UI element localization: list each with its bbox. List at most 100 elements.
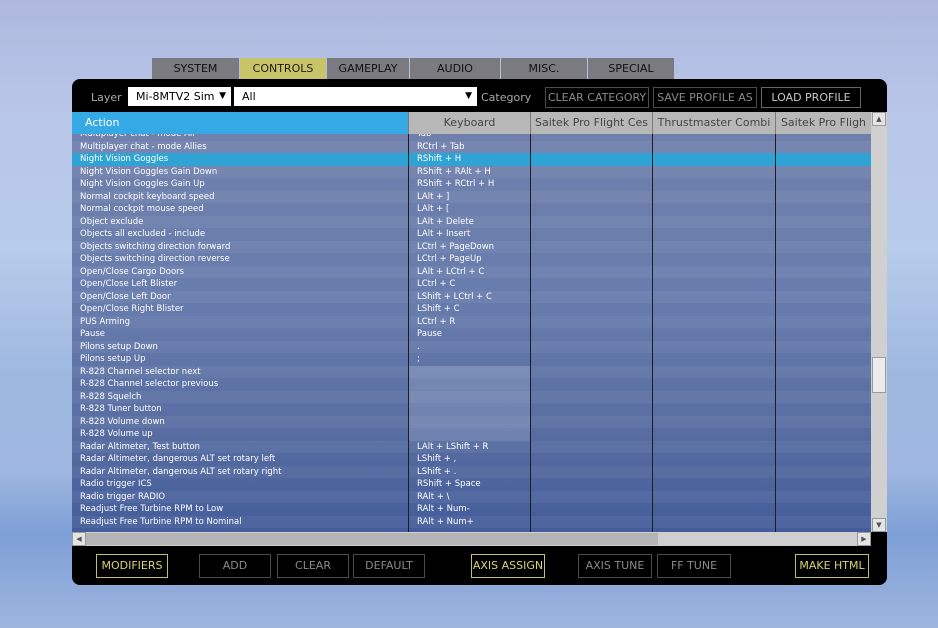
category-select[interactable]: All ▼ <box>234 87 477 106</box>
keyboard-binding-cell[interactable]: RShift + H <box>417 153 527 166</box>
arrow-right-icon[interactable]: ▶ <box>857 532 871 546</box>
table-row[interactable]: Open/Close Left Door LShift + LCtrl + C <box>72 290 871 304</box>
keyboard-binding-cell[interactable] <box>417 428 527 441</box>
column-header-device-3[interactable]: Saitek Pro Fligh <box>775 112 871 134</box>
layer-select[interactable]: Mi-8MTV2 Sim ▼ <box>128 87 231 106</box>
table-row[interactable]: R-828 Channel selector next <box>72 365 871 379</box>
clear-button[interactable]: CLEAR <box>277 554 349 578</box>
tab-audio[interactable]: AUDIO <box>410 58 500 80</box>
horizontal-scroll-thumb[interactable] <box>86 533 658 545</box>
keyboard-binding-cell[interactable]: LShift + . <box>417 466 527 479</box>
table-row[interactable]: Objects switching direction forward LCtrl… <box>72 240 871 254</box>
tab-system[interactable]: SYSTEM <box>152 58 239 80</box>
make-html-button[interactable]: MAKE HTML <box>795 554 869 578</box>
keyboard-binding-cell[interactable]: LCtrl + PageDown <box>417 241 527 254</box>
keyboard-binding-cell[interactable]: LAlt + Delete <box>417 216 527 229</box>
table-row[interactable]: Normal cockpit mouse speed LAlt + [ <box>72 203 871 216</box>
tab-special[interactable]: SPECIAL <box>588 58 674 80</box>
keyboard-binding-cell[interactable]: RShift + RAlt + H <box>417 166 527 179</box>
keyboard-binding-cell[interactable]: LCtrl + R <box>417 316 527 329</box>
add-button[interactable]: ADD <box>199 554 271 578</box>
keyboard-binding-cell[interactable]: LAlt + LCtrl + C <box>417 266 527 279</box>
table-row[interactable]: R-828 Tuner button <box>72 403 871 416</box>
table-row[interactable]: Night Vision Goggles RShift + H <box>72 153 871 166</box>
table-row[interactable]: Pilons setup Down. <box>72 340 871 354</box>
table-row[interactable]: Radio trigger RADIO RAlt + \ <box>72 490 871 504</box>
modifiers-button[interactable]: MODIFIERS <box>96 554 168 578</box>
action-cell: R-828 Channel selector previous <box>80 379 219 389</box>
keyboard-binding-cell[interactable]: LAlt + [ <box>417 203 527 216</box>
table-row[interactable]: Objects all excluded - include LAlt + Ins… <box>72 228 871 241</box>
table-row[interactable]: Open/Close Right Blister LShift + C <box>72 303 871 316</box>
category-select-value: All <box>242 90 256 103</box>
table-row[interactable]: Object exclude LAlt + Delete <box>72 215 871 229</box>
column-header-device-1[interactable]: Saitek Pro Flight Ces <box>530 112 652 134</box>
column-header-action[interactable]: Action <box>72 112 408 134</box>
keyboard-binding-cell[interactable]: LAlt + ] <box>417 191 527 204</box>
table-row[interactable]: Pause Pause <box>72 328 871 341</box>
keyboard-binding-cell[interactable]: Pause <box>417 328 527 341</box>
keyboard-binding-cell[interactable]: RAlt + Num- <box>417 503 527 516</box>
keyboard-binding-cell[interactable]: LCtrl + C <box>417 278 527 291</box>
keyboard-binding-cell[interactable]: Tab <box>417 134 527 141</box>
table-row[interactable]: Readjust Free Turbine RPM to Nominal RAlt… <box>72 515 871 529</box>
keyboard-binding-cell[interactable]: RShift + Space <box>417 478 527 491</box>
table-row[interactable]: PUS Arming LCtrl + R <box>72 315 871 329</box>
tab-misc[interactable]: MISC. <box>501 58 587 80</box>
clear-category-button[interactable]: CLEAR CATEGORY <box>545 87 649 108</box>
table-row[interactable]: Open/Close Left Blister LCtrl + C <box>72 278 871 291</box>
ff-tune-button[interactable]: FF TUNE <box>657 554 731 578</box>
table-row[interactable]: Night Vision Goggles Gain Down RShift + R… <box>72 165 871 179</box>
keyboard-binding-cell[interactable] <box>417 391 527 404</box>
keyboard-binding-cell[interactable]: ; <box>417 353 527 366</box>
keyboard-binding-cell[interactable] <box>417 403 527 416</box>
table-row[interactable]: R-828 Squelch <box>72 390 871 404</box>
keyboard-binding-cell[interactable]: LShift + , <box>417 453 527 466</box>
arrow-down-icon[interactable]: ▼ <box>872 518 886 532</box>
table-row[interactable]: Readjust Free Turbine RPM to Low RAlt + N… <box>72 503 871 516</box>
load-profile-button[interactable]: LOAD PROFILE <box>761 87 861 108</box>
table-row[interactable]: Pilons setup Up; <box>72 353 871 366</box>
vertical-scroll-thumb[interactable] <box>872 357 886 393</box>
keyboard-binding-cell[interactable]: RCtrl + Tab <box>417 141 527 154</box>
table-row[interactable]: Radar Altimeter, dangerous ALT set rotar… <box>72 453 871 466</box>
table-row[interactable]: Radar Altimeter, dangerous ALT set rotar… <box>72 465 871 479</box>
arrow-up-icon[interactable]: ▲ <box>872 112 886 126</box>
default-button[interactable]: DEFAULT <box>353 554 425 578</box>
table-row[interactable]: R-828 Volume up <box>72 428 871 441</box>
table-row[interactable]: Night Vision Goggles Gain Up RShift + RCt… <box>72 178 871 191</box>
keyboard-binding-cell[interactable]: . <box>417 341 527 354</box>
axis-assign-button[interactable]: AXIS ASSIGN <box>471 554 545 578</box>
keyboard-binding-cell[interactable]: RShift + RCtrl + H <box>417 178 527 191</box>
table-row[interactable]: Radar Altimeter, Test button LAlt + LShif… <box>72 440 871 454</box>
table-row[interactable]: Radio trigger ICS RShift + Space <box>72 478 871 491</box>
tab-gameplay[interactable]: GAMEPLAY <box>327 58 409 80</box>
tab-controls[interactable]: CONTROLS <box>240 58 326 80</box>
table-row[interactable]: Multiplayer chat - mode All Tab <box>72 134 871 141</box>
table-row[interactable]: Multiplayer chat - mode Allies RCtrl + Ta… <box>72 140 871 154</box>
keyboard-binding-cell[interactable]: LAlt + Insert <box>417 228 527 241</box>
table-row[interactable]: Open/Close Cargo Doors LAlt + LCtrl + C <box>72 265 871 279</box>
save-profile-as-button[interactable]: SAVE PROFILE AS <box>653 87 757 108</box>
keyboard-binding-cell[interactable]: LCtrl + PageUp <box>417 253 527 266</box>
action-cell: R-828 Tuner button <box>80 404 162 414</box>
table-row[interactable]: Objects switching direction reverse LCtrl… <box>72 253 871 266</box>
arrow-left-icon[interactable]: ◀ <box>72 532 86 546</box>
table-row[interactable]: R-828 Channel selector previous <box>72 378 871 391</box>
keyboard-binding-cell[interactable] <box>417 416 527 429</box>
action-cell: Open/Close Right Blister <box>80 304 184 314</box>
table-row[interactable]: R-828 Volume down <box>72 415 871 429</box>
vertical-scrollbar[interactable]: ▲ ▼ <box>871 112 887 532</box>
column-header-device-2[interactable]: Thrustmaster Combi <box>652 112 775 134</box>
keyboard-binding-cell[interactable]: LShift + C <box>417 303 527 316</box>
axis-tune-button[interactable]: AXIS TUNE <box>578 554 652 578</box>
keyboard-binding-cell[interactable] <box>417 366 527 379</box>
keyboard-binding-cell[interactable]: LAlt + LShift + R <box>417 441 527 454</box>
keyboard-binding-cell[interactable]: LShift + LCtrl + C <box>417 291 527 304</box>
keyboard-binding-cell[interactable]: RAlt + Num+ <box>417 516 527 529</box>
keyboard-binding-cell[interactable] <box>417 378 527 391</box>
table-row[interactable]: Normal cockpit keyboard speed LAlt + ] <box>72 190 871 204</box>
keyboard-binding-cell[interactable]: RAlt + \ <box>417 491 527 504</box>
horizontal-scrollbar[interactable]: ◀ ▶ <box>72 532 871 546</box>
column-header-keyboard[interactable]: Keyboard <box>408 112 530 134</box>
